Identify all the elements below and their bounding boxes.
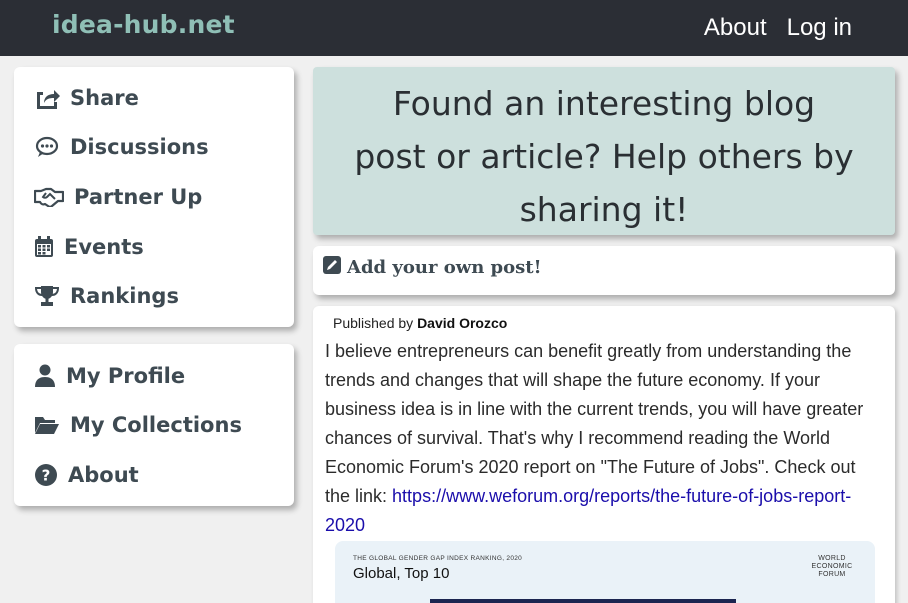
sidebar-item-partner-up[interactable]: Partner Up (34, 184, 202, 210)
user-icon (34, 363, 56, 389)
preview-kicker: THE GLOBAL GENDER GAP INDEX RANKING, 202… (353, 555, 523, 562)
sidebar-item-discussions[interactable]: Discussions (34, 134, 209, 160)
comment-icon (34, 134, 60, 160)
post-byline: Published by David Orozco (333, 315, 507, 331)
sidebar-main-menu: Share Discussions Partner Up Events Rank… (14, 67, 294, 327)
published-by-label: Published by (333, 315, 418, 331)
nav-about-link[interactable]: About (704, 14, 767, 42)
post-link[interactable]: https://www.weforum.org/reports/the-futu… (325, 486, 851, 535)
add-post-button[interactable]: Add your own post! (323, 256, 542, 278)
sidebar-item-events[interactable]: Events (34, 234, 144, 260)
sidebar-item-my-collections[interactable]: My Collections (34, 412, 242, 438)
wef-logo: WORLD ECONOMIC FORUM (811, 555, 853, 578)
sidebar-item-label: Rankings (70, 284, 179, 308)
sidebar-item-about[interactable]: ? About (34, 462, 139, 488)
sidebar-item-label: Discussions (70, 135, 209, 159)
sidebar-item-label: Events (64, 235, 144, 259)
sidebar-item-label: My Profile (66, 364, 186, 388)
edit-icon (323, 256, 341, 278)
nav-login-link[interactable]: Log in (787, 14, 852, 42)
post-text: I believe entrepreneurs can benefit grea… (325, 341, 864, 506)
banner-heading: Found an interesting blog post or articl… (354, 84, 854, 229)
post-body: I believe entrepreneurs can benefit grea… (325, 337, 885, 540)
handshake-icon (34, 184, 64, 210)
share-prompt-banner: Found an interesting blog post or articl… (313, 67, 895, 235)
svg-text:?: ? (42, 467, 51, 485)
link-preview-image[interactable]: THE GLOBAL GENDER GAP INDEX RANKING, 202… (335, 541, 875, 603)
sidebar-item-my-profile[interactable]: My Profile (34, 363, 185, 389)
sidebar-item-share[interactable]: Share (34, 85, 139, 111)
sidebar-item-label: About (68, 463, 139, 487)
folder-open-icon (34, 412, 60, 438)
post-author[interactable]: David Orozco (417, 315, 507, 331)
add-post-card: Add your own post! (313, 246, 895, 295)
preview-bar (430, 599, 736, 603)
sidebar-item-label: Share (70, 86, 139, 110)
add-post-label: Add your own post! (347, 256, 542, 278)
top-nav: About Log in (704, 14, 852, 42)
preview-title: Global, Top 10 (353, 565, 450, 582)
sidebar-item-rankings[interactable]: Rankings (34, 283, 179, 309)
calendar-icon (34, 234, 54, 260)
post-card: Published by David Orozco I believe entr… (313, 306, 895, 603)
brand-logo[interactable]: idea-hub.net (52, 10, 235, 39)
question-circle-icon: ? (34, 462, 58, 488)
sidebar-item-label: Partner Up (74, 185, 203, 209)
sidebar-item-label: My Collections (70, 413, 242, 437)
sidebar-user-menu: My Profile My Collections ? About (14, 344, 294, 506)
share-icon (34, 85, 60, 111)
trophy-icon (34, 283, 60, 309)
top-navbar: idea-hub.net About Log in (0, 0, 908, 56)
